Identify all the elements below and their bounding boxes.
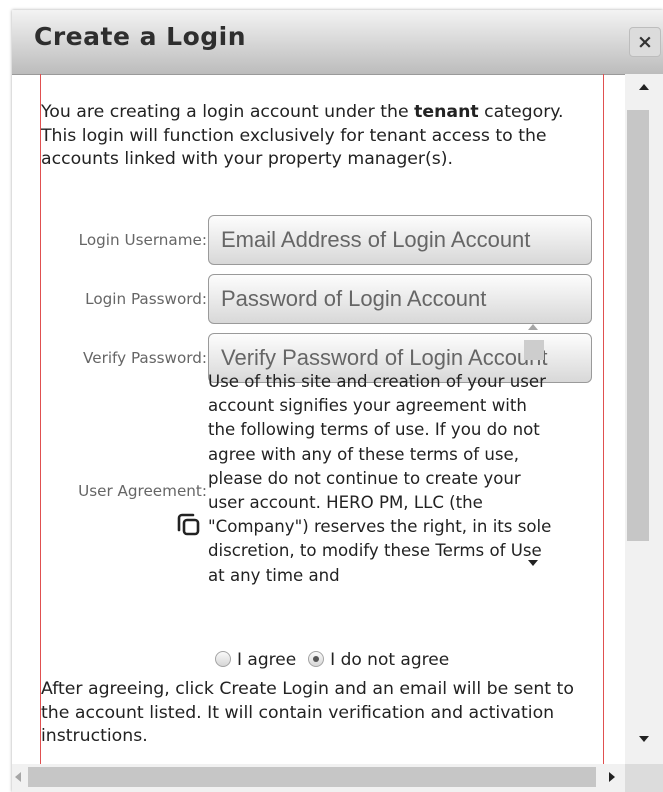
copy-icon[interactable]: [175, 512, 201, 538]
agreement-scrollbar[interactable]: [523, 320, 545, 580]
scrollbar-corner: [625, 764, 663, 792]
username-input[interactable]: [208, 215, 592, 265]
agreement-scroll-down-icon[interactable]: [528, 560, 538, 566]
password-input[interactable]: [208, 274, 592, 324]
agreement-radio-group: I agree I do not agree: [215, 650, 461, 670]
footer-instructions: After agreeing, click Create Login and a…: [41, 679, 574, 746]
dialog-titlebar: Create a Login ×: [12, 10, 663, 75]
close-button[interactable]: ×: [629, 27, 661, 57]
arrow-right-icon[interactable]: [609, 772, 615, 782]
disagree-radio[interactable]: [308, 651, 325, 667]
agree-radio[interactable]: [215, 651, 231, 667]
intro-before: You are creating a login account under t…: [41, 102, 415, 122]
agreement-scroll-thumb[interactable]: [524, 340, 544, 360]
password-label: Login Password:: [85, 290, 207, 308]
dialog-title: Create a Login: [34, 22, 247, 51]
arrow-up-icon[interactable]: [639, 84, 649, 90]
user-agreement-label: User Agreement:: [78, 482, 207, 500]
verify-password-label: Verify Password:: [83, 349, 207, 367]
dialog-content[interactable]: You are creating a login account under t…: [40, 74, 604, 764]
agree-label[interactable]: I agree: [237, 650, 296, 670]
agreement-scroll-up-icon[interactable]: [528, 324, 538, 330]
horizontal-scroll-thumb[interactable]: [28, 767, 596, 787]
vertical-scroll-thumb[interactable]: [627, 110, 649, 541]
create-login-dialog: Create a Login × You are creating a logi…: [12, 10, 663, 792]
vertical-scrollbar[interactable]: [625, 74, 663, 764]
intro-text: You are creating a login account under t…: [41, 101, 603, 172]
username-label: Login Username:: [78, 231, 207, 249]
intro-category: tenant: [414, 102, 479, 122]
horizontal-scrollbar[interactable]: [12, 764, 625, 792]
disagree-label[interactable]: I do not agree: [330, 650, 449, 670]
arrow-down-icon[interactable]: [639, 736, 649, 742]
arrow-left-icon[interactable]: [15, 772, 21, 782]
user-agreement-text: Use of this site and creation of your us…: [208, 372, 552, 585]
